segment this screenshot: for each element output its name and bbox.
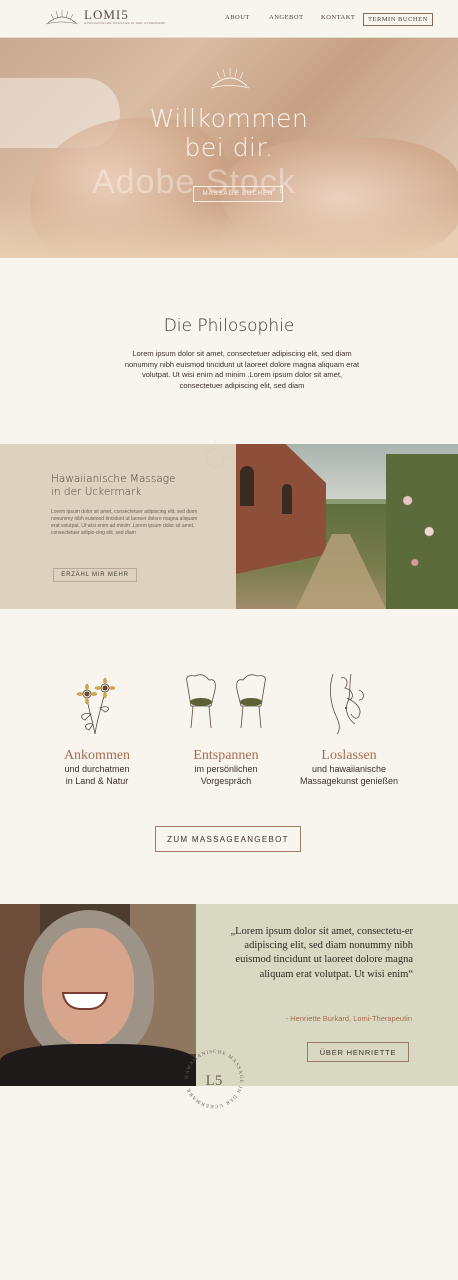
brick-arch-window	[282, 484, 292, 514]
logo[interactable]: LOMI5 HAWAIIANISCHE MASSAGE IN DER UCKER…	[44, 8, 166, 26]
hawaii-text: Lorem ipsum dolor sit amet, consectetuer…	[51, 509, 198, 536]
chairs-icon	[186, 674, 266, 729]
badge-monogram: L5	[206, 1073, 223, 1089]
garden-hollyhocks	[386, 454, 458, 609]
feature-subtitle-line1: im persönlichen	[194, 764, 258, 774]
therapist-photo	[0, 904, 196, 1086]
nav-kontakt[interactable]: KONTAKT	[321, 14, 355, 21]
logo-name: LOMI5	[84, 7, 129, 22]
testimonial-quote: „Lorem ipsum dolor sit amet, consectetu-…	[230, 926, 413, 980]
hands-body-icon	[329, 673, 364, 734]
feature-loslassen: Loslassen und hawaiianische Massagekunst…	[289, 672, 409, 787]
feature-subtitle-line2: in Land & Natur	[65, 775, 129, 786]
logo-tagline: HAWAIIANISCHE MASSAGE IN DER UCKERMARK	[84, 21, 166, 25]
hawaii-section: Hawaiianische Massage in der Uckermark L…	[0, 439, 458, 609]
feature-title: Entspannen	[193, 748, 259, 763]
hawaii-title: Hawaiianische Massage in der Uckermark	[51, 473, 221, 498]
about-henriette-button[interactable]: ÜBER HENRIETTE	[307, 1042, 409, 1062]
feature-title: Ankommen	[63, 748, 131, 763]
lomi5-badge-icon: HAWAIIANISCHE MASSAGE IN DER UCKERMARK L…	[185, 1050, 242, 1108]
massage-offer-button[interactable]: ZUM MASSAGEANGEBOT	[155, 826, 301, 852]
feature-subtitle-line1: und hawaiianische	[311, 764, 387, 774]
sun-icon	[210, 68, 250, 89]
garden-photo	[236, 444, 458, 609]
sunflower-icon	[76, 677, 116, 734]
testimonial-author: - Henriette Burkard, Lomi-Therapeutin	[285, 1014, 412, 1023]
hero-sand	[0, 198, 458, 258]
hero-title: Willkommen bei dir.	[0, 104, 458, 162]
sun-outline-icon	[196, 439, 234, 473]
sun-logo-icon	[45, 10, 79, 25]
philosophy-title: Die Philosophie	[163, 316, 295, 336]
nav-about[interactable]: ABOUT	[225, 14, 250, 21]
nav-angebot[interactable]: ANGEBOT	[269, 14, 304, 21]
feature-subtitle-line2: Vorgespräch	[200, 775, 252, 786]
tell-me-more-button[interactable]: ERZÄHL MIR MEHR	[53, 568, 137, 582]
hero-section: Willkommen bei dir. Adobe Stock MASSAGE …	[0, 38, 458, 258]
book-massage-button[interactable]: MASSAGE BUCHEN	[193, 186, 283, 202]
hawaii-title-line2: in der Uckermark	[51, 485, 142, 498]
brick-arch-window	[240, 466, 254, 506]
feature-entspannen: Entspannen im persönlichen Vorgespräch	[166, 672, 286, 787]
feature-title: Loslassen	[321, 748, 377, 763]
hawaii-title-line1: Hawaiianische Massage	[51, 473, 176, 485]
hero-title-line1: Willkommen	[149, 104, 309, 133]
feature-ankommen: Ankommen und durchatmen in Land & Natur	[37, 672, 157, 787]
feature-subtitle-line2: Massagekunst genießen	[299, 775, 399, 786]
photo-face	[42, 928, 134, 1046]
feature-subtitle-line1: und durchatmen	[64, 764, 130, 774]
philosophy-text: Lorem ipsum dolor sit amet, consectetuer…	[124, 349, 360, 390]
site-header: LOMI5 HAWAIIANISCHE MASSAGE IN DER UCKER…	[0, 0, 458, 38]
photo-shirt	[0, 1044, 196, 1086]
hero-title-line2: bei dir.	[184, 133, 274, 162]
book-appointment-button[interactable]: TERMIN BUCHEN	[363, 13, 433, 26]
